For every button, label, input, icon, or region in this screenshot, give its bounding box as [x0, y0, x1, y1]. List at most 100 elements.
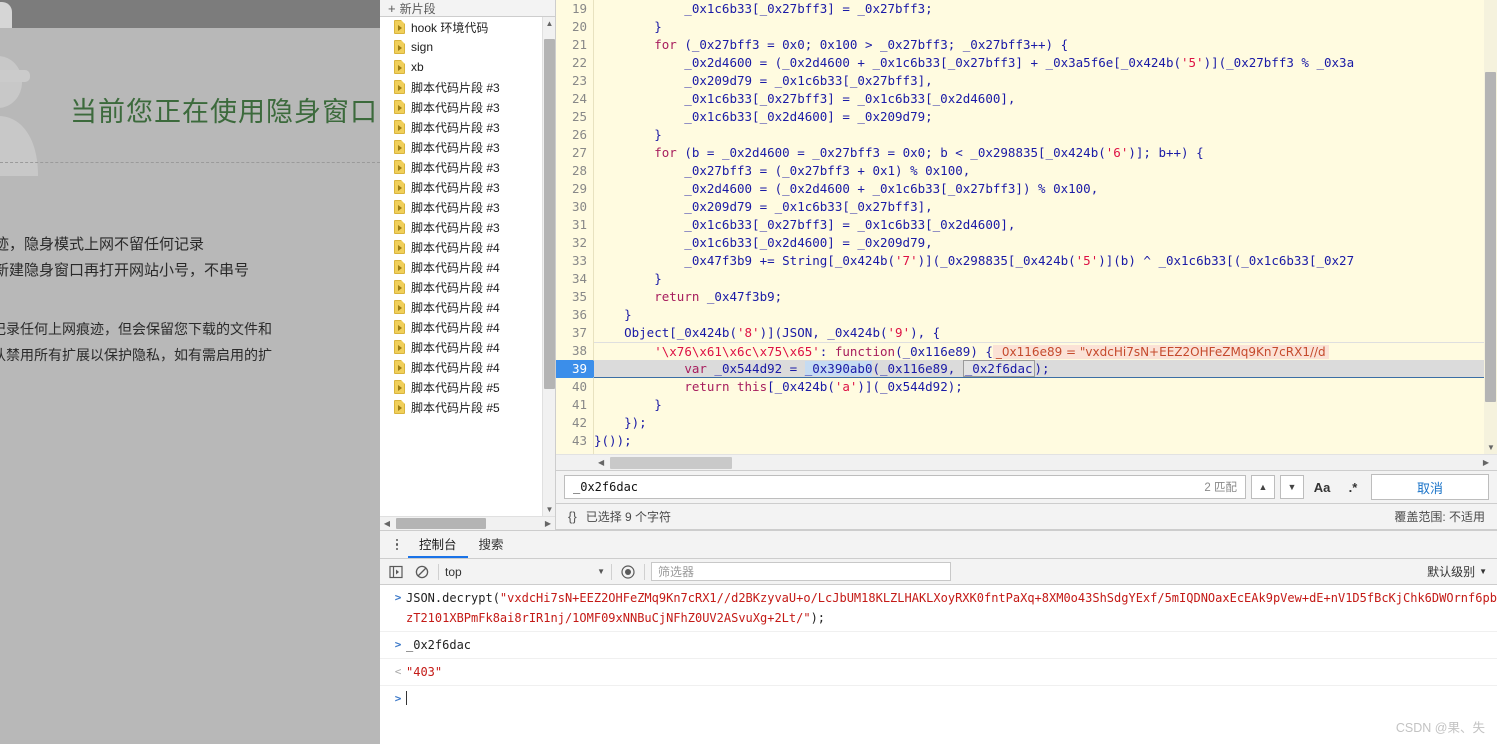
line-number[interactable]: 34 — [556, 270, 593, 288]
line-number[interactable]: 39 — [556, 360, 602, 378]
line-number[interactable]: 23 — [556, 72, 593, 90]
console-sidebar-toggle-icon[interactable] — [386, 562, 406, 582]
code-line[interactable]: } — [594, 270, 1497, 288]
snippets-horizontal-scrollbar[interactable]: ◀ ▶ — [380, 516, 555, 530]
line-number[interactable]: 20 — [556, 18, 593, 36]
find-input[interactable]: _0x2f6dac 2 匹配 — [564, 475, 1246, 499]
line-number[interactable]: 24 — [556, 90, 593, 108]
line-number[interactable]: 32 — [556, 234, 593, 252]
clear-console-icon[interactable] — [412, 562, 432, 582]
editor-hscrollbar-thumb[interactable] — [610, 456, 732, 469]
scroll-down-icon[interactable]: ▼ — [543, 503, 555, 516]
tab-shape[interactable] — [0, 2, 12, 28]
tab-search[interactable]: 搜索 — [468, 531, 515, 558]
snippet-list-item[interactable]: hook 环境代码 — [380, 17, 555, 37]
line-number[interactable]: 29 — [556, 180, 593, 198]
code-content[interactable]: _0x1c6b33[_0x27bff3] = _0x27bff3; } for … — [594, 0, 1497, 454]
find-next-button[interactable]: ▼ — [1280, 475, 1304, 499]
line-number[interactable]: 27 — [556, 144, 593, 162]
snippet-list-item[interactable]: 脚本代码片段 #4 — [380, 257, 555, 277]
code-line[interactable]: Object[_0x424b('8')](JSON, _0x424b('9'),… — [594, 324, 1497, 342]
line-number[interactable]: 37 — [556, 324, 593, 342]
code-line[interactable]: _0x2d4600 = (_0x2d4600 + _0x1c6b33[_0x27… — [594, 180, 1497, 198]
editor-vertical-scrollbar[interactable]: ▼ — [1484, 0, 1497, 454]
editor-horizontal-scrollbar[interactable]: ◀ ▶ — [556, 454, 1497, 470]
console-message[interactable]: > _0x2f6dac — [380, 632, 1497, 659]
snippet-list-item[interactable]: 脚本代码片段 #4 — [380, 277, 555, 297]
line-number[interactable]: 21 — [556, 36, 593, 54]
scroll-right-icon[interactable]: ▶ — [541, 517, 555, 531]
snippet-list-item[interactable]: 脚本代码片段 #3 — [380, 137, 555, 157]
editor-scrollbar-thumb[interactable] — [1485, 72, 1496, 402]
execution-context-selector[interactable]: top ▼ — [445, 565, 605, 579]
match-case-toggle[interactable]: Aa — [1309, 475, 1335, 499]
snippet-list-item[interactable]: 脚本代码片段 #3 — [380, 117, 555, 137]
code-line[interactable]: } — [594, 126, 1497, 144]
line-number[interactable]: 41 — [556, 396, 593, 414]
line-number[interactable]: 25 — [556, 108, 593, 126]
snippet-list-item[interactable]: sign — [380, 37, 555, 57]
line-number[interactable]: 28 — [556, 162, 593, 180]
find-cancel-button[interactable]: 取消 — [1371, 474, 1489, 500]
snippet-list-item[interactable]: 脚本代码片段 #5 — [380, 397, 555, 417]
snippets-vertical-scrollbar[interactable]: ▲ ▼ — [542, 17, 555, 516]
code-line[interactable]: _0x1c6b33[_0x2d4600] = _0x209d79; — [594, 108, 1497, 126]
snippet-list-item[interactable]: 脚本代码片段 #4 — [380, 317, 555, 337]
pretty-print-icon[interactable]: {} — [568, 509, 577, 524]
snippet-list-item[interactable]: xb — [380, 57, 555, 77]
console-message[interactable]: > JSON.decrypt("vxdcHi7sN+EEZ2OHFeZMq9Kn7… — [380, 585, 1497, 632]
code-line[interactable]: _0x209d79 = _0x1c6b33[_0x27bff3], — [594, 198, 1497, 216]
snippets-list[interactable]: hook 环境代码 sign xb 脚本代码片段 #3 脚本代码片段 #3 脚本代码片段 … — [380, 17, 555, 516]
console-prompt[interactable]: > — [380, 686, 1497, 712]
line-number[interactable]: 43 — [556, 432, 593, 450]
code-line[interactable]: } — [594, 396, 1497, 414]
regex-toggle[interactable]: .* — [1340, 475, 1366, 499]
console-message[interactable]: < "403" — [380, 659, 1497, 686]
log-level-selector[interactable]: 默认级别 ▼ — [1427, 563, 1491, 580]
hscrollbar-thumb[interactable] — [396, 518, 486, 529]
code-line[interactable]: _0x1c6b33[_0x2d4600] = _0x209d79, — [594, 234, 1497, 252]
scroll-left-icon[interactable]: ◀ — [380, 517, 394, 531]
code-line[interactable]: } — [594, 306, 1497, 324]
new-snippet-button[interactable]: + 新片段 — [380, 0, 555, 17]
code-viewport[interactable]: 19 20 21 22 23 24 25 26 27 28 29 30 31 32 33 34 35 36 37 38… — [556, 0, 1497, 454]
code-line[interactable]: return this[_0x424b('a')](_0x544d92); — [594, 378, 1497, 396]
snippet-list-item[interactable]: 脚本代码片段 #4 — [380, 337, 555, 357]
code-line[interactable]: } — [594, 18, 1497, 36]
snippet-list-item[interactable]: 脚本代码片段 #3 — [380, 77, 555, 97]
code-line[interactable]: for (_0x27bff3 = 0x0; 0x100 > _0x27bff3;… — [594, 36, 1497, 54]
editor-scroll-left-icon[interactable]: ◀ — [598, 458, 604, 467]
line-number[interactable]: 19 — [556, 0, 593, 18]
code-line[interactable]: _0x2d4600 = (_0x2d4600 + _0x1c6b33[_0x27… — [594, 54, 1497, 72]
code-line[interactable]: for (b = _0x2d4600 = _0x27bff3 = 0x0; b … — [594, 144, 1497, 162]
code-line[interactable]: }); — [594, 414, 1497, 432]
live-expression-icon[interactable] — [618, 562, 638, 582]
console-output[interactable]: > JSON.decrypt("vxdcHi7sN+EEZ2OHFeZMq9Kn7… — [380, 585, 1497, 744]
code-line[interactable]: var _0x544d92 = _0x390ab0(_0x116e89, _0x… — [594, 360, 1497, 378]
snippet-list-item[interactable]: 脚本代码片段 #4 — [380, 297, 555, 317]
line-number[interactable]: 36 — [556, 306, 593, 324]
code-line[interactable]: _0x1c6b33[_0x27bff3] = _0x1c6b33[_0x2d46… — [594, 90, 1497, 108]
snippet-list-item[interactable]: 脚本代码片段 #3 — [380, 197, 555, 217]
snippet-list-item[interactable]: 脚本代码片段 #3 — [380, 97, 555, 117]
console-filter-input[interactable]: 筛选器 — [651, 562, 951, 581]
line-number[interactable]: 30 — [556, 198, 593, 216]
snippet-list-item[interactable]: 脚本代码片段 #3 — [380, 177, 555, 197]
snippet-list-item[interactable]: 脚本代码片段 #5 — [380, 377, 555, 397]
line-number[interactable]: 42 — [556, 414, 593, 432]
more-options-icon[interactable] — [386, 531, 408, 558]
find-previous-button[interactable]: ▲ — [1251, 475, 1275, 499]
code-line[interactable]: _0x27bff3 = (_0x27bff3 + 0x1) % 0x100, — [594, 162, 1497, 180]
scrollbar-thumb[interactable] — [544, 39, 555, 389]
snippet-list-item[interactable]: 脚本代码片段 #4 — [380, 237, 555, 257]
code-line[interactable]: return _0x47f3b9; — [594, 288, 1497, 306]
code-line[interactable]: _0x47f3b9 += String[_0x424b('7')](_0x298… — [594, 252, 1497, 270]
code-line[interactable]: _0x1c6b33[_0x27bff3] = _0x1c6b33[_0x2d46… — [594, 216, 1497, 234]
code-line[interactable]: '\x76\x61\x6c\x75\x65': function(_0x116e… — [594, 342, 1497, 360]
console-prompt-input[interactable] — [406, 689, 407, 709]
editor-scroll-right-icon[interactable]: ▶ — [1483, 458, 1489, 467]
line-number[interactable]: 31 — [556, 216, 593, 234]
line-number[interactable]: 22 — [556, 54, 593, 72]
snippet-list-item[interactable]: 脚本代码片段 #4 — [380, 357, 555, 377]
scroll-up-icon[interactable]: ▲ — [543, 17, 555, 30]
